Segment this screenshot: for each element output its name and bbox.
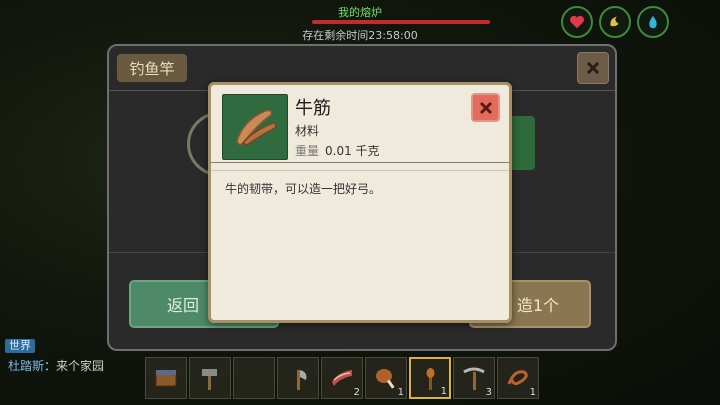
hotbar-slot[interactable]: 1 xyxy=(497,357,539,399)
rope-icon xyxy=(507,370,528,386)
item-count: 1 xyxy=(397,387,404,398)
hotbar-slot[interactable] xyxy=(277,357,319,399)
hotbar-slot[interactable]: 1 xyxy=(365,357,407,399)
item-count: 1 xyxy=(440,386,447,397)
chat-colon: ： xyxy=(44,359,57,373)
bacon-icon xyxy=(332,370,352,386)
weight-label: 重量 xyxy=(295,144,320,158)
tooltip-close-button[interactable] xyxy=(471,93,500,122)
chest-item-icon xyxy=(155,370,177,387)
item-description: 牛的韧带，可以造一把好弓。 xyxy=(225,182,382,196)
hotbar-slot[interactable] xyxy=(233,357,275,399)
hotbar-slot[interactable] xyxy=(189,357,231,399)
weight-value: 0.01 千克 xyxy=(325,144,380,158)
chat-sender[interactable]: 杜踏斯 xyxy=(8,359,44,373)
hunger-icon[interactable] xyxy=(599,6,631,38)
item-name: 牛筋 xyxy=(295,98,331,119)
chat-line: 杜踏斯：来个家园 xyxy=(8,357,104,374)
hammer-icon xyxy=(202,369,217,390)
close-icon xyxy=(479,101,492,114)
item-count: 3 xyxy=(485,387,492,398)
close-icon xyxy=(586,61,600,75)
hotbar-slot[interactable] xyxy=(145,357,187,399)
axe-icon xyxy=(297,370,307,390)
panel-tab[interactable]: 钓鱼竿 xyxy=(117,54,187,82)
empty-slot xyxy=(240,364,268,392)
hotbar: 2 1 1 3 1 xyxy=(145,357,539,399)
pickaxe-icon xyxy=(463,367,485,390)
hotbar-slot[interactable]: 3 xyxy=(453,357,495,399)
tooltip-divider xyxy=(211,162,509,163)
item-count: 1 xyxy=(529,387,536,398)
sinew-icon xyxy=(222,94,288,160)
hud-health-bar xyxy=(312,20,490,24)
tooltip-divider xyxy=(211,170,509,171)
hotbar-slot[interactable]: 1 xyxy=(409,357,451,399)
item-weight: 重量 0.01 千克 xyxy=(295,142,380,159)
hotbar-slot[interactable]: 2 xyxy=(321,357,363,399)
item-count: 2 xyxy=(353,387,360,398)
item-tooltip: 牛筋 材料 重量 0.01 千克 牛的韧带，可以造一把好弓。 xyxy=(208,82,512,323)
chat-message: 来个家园 xyxy=(56,359,105,373)
item-category: 材料 xyxy=(295,124,320,138)
chat-channel-tag[interactable]: 世界 xyxy=(5,339,35,353)
hud-health-bar-fill xyxy=(312,20,490,24)
drumstick-icon xyxy=(376,369,395,389)
water-drop-icon[interactable] xyxy=(637,6,669,38)
heart-icon[interactable] xyxy=(561,6,593,38)
panel-close-button[interactable] xyxy=(577,52,609,84)
